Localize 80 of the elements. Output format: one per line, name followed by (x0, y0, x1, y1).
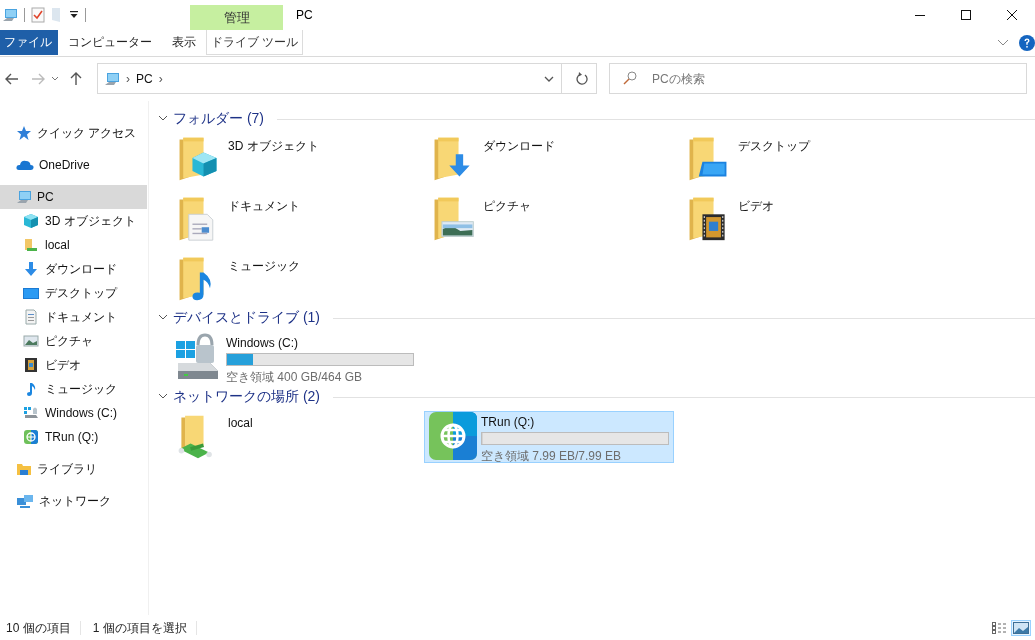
maximize-icon (961, 10, 971, 20)
breadcrumb-separator[interactable]: › (158, 71, 163, 86)
nav-item[interactable]: クイック アクセス (0, 121, 147, 145)
customize-dropdown[interactable] (69, 10, 79, 20)
cube-icon (23, 213, 39, 229)
computer-icon (2, 7, 18, 23)
nav-item[interactable]: PC (0, 185, 147, 209)
ribbon-tab[interactable]: ドライブ ツール (206, 30, 304, 55)
nav-item[interactable]: ネットワーク (0, 489, 147, 513)
large-icons-view-icon (1013, 621, 1029, 634)
nav-item[interactable]: ダウンロード (0, 257, 147, 281)
folder-tile[interactable]: ピクチャ (424, 193, 674, 245)
folder-tile[interactable]: ダウンロード (424, 133, 674, 185)
clipboard-check-icon (31, 7, 45, 23)
chevron-down-icon (997, 38, 1009, 47)
drive-tile[interactable]: TRun (Q:) 空き領域 7.99 EB/7.99 EB (424, 411, 674, 463)
nav-item[interactable]: ミュージック (0, 377, 147, 401)
nav-item[interactable]: ドキュメント (0, 305, 147, 329)
down-arrow-icon (23, 261, 39, 277)
search-icon (623, 71, 637, 85)
folder-tile[interactable]: ビデオ (679, 193, 929, 245)
drive-icon (23, 405, 39, 421)
caret-icon (69, 10, 79, 20)
refresh-icon (576, 72, 588, 85)
group-header[interactable]: ネットワークの場所 (2) (158, 388, 320, 406)
group-header[interactable]: デバイスとドライブ (1) (158, 309, 320, 327)
nav-item[interactable]: ビデオ (0, 353, 147, 377)
ribbon-tab[interactable]: 表示 (162, 30, 206, 55)
expand-ribbon-button[interactable] (997, 38, 1009, 47)
folder-tile[interactable]: デスクトップ (679, 133, 929, 185)
right-arrow-icon (31, 72, 45, 85)
chevron-down-icon (51, 76, 59, 81)
ribbon-tab[interactable]: ファイル (0, 30, 58, 55)
breadcrumb-separator[interactable]: › (126, 71, 130, 86)
folder-icon (51, 7, 63, 23)
library-icon (16, 461, 32, 477)
globe-icon (429, 412, 477, 460)
nav-item[interactable]: TRun (Q:) (0, 425, 147, 449)
film-icon (23, 357, 39, 373)
document-icon (23, 309, 39, 325)
computer-icon (104, 70, 120, 87)
chevron-icon (158, 314, 168, 322)
group-header[interactable]: フォルダー (7) (158, 110, 264, 128)
nav-item[interactable]: 3D オブジェクト (0, 209, 147, 233)
help-icon[interactable] (1019, 34, 1035, 51)
breadcrumb[interactable]: PC (136, 71, 153, 86)
nav-item[interactable]: ピクチャ (0, 329, 147, 353)
folder-icon (23, 237, 39, 253)
folder-tile[interactable]: ミュージック (169, 253, 419, 305)
nav-item[interactable]: ライブラリ (0, 457, 147, 481)
ribbon-tab[interactable]: コンピューター (58, 30, 162, 55)
context-tab-label: 管理 (190, 5, 283, 30)
view-toggle[interactable] (990, 619, 1008, 636)
picture-icon (23, 333, 39, 349)
up-arrow-icon (70, 71, 82, 86)
nav-item[interactable]: Windows (C:) (0, 401, 147, 425)
left-arrow-icon (5, 72, 19, 85)
drive-tile[interactable]: Windows (C:) 空き領域 400 GB/464 GB (169, 332, 419, 384)
selection-count: 1 個の項目を選択 (92, 620, 197, 635)
nav-item[interactable]: OneDrive (0, 153, 147, 177)
nav-item[interactable]: local (0, 233, 147, 257)
nav-item[interactable]: デスクトップ (0, 281, 147, 305)
globe-icon (23, 429, 39, 445)
chevron-down-icon (543, 75, 554, 82)
folder-tile[interactable]: 3D オブジェクト (169, 133, 419, 185)
computer-icon (16, 189, 32, 205)
view-toggle[interactable] (1011, 619, 1031, 636)
window-title: PC (295, 7, 314, 24)
desktop-icon (23, 285, 39, 301)
chevron-icon (158, 393, 168, 401)
folder-tile[interactable]: ドキュメント (169, 193, 419, 245)
details-view-icon (992, 621, 1006, 634)
item-count: 10 個の項目 (6, 620, 81, 635)
search-field[interactable]: PCの検索 (609, 63, 1027, 94)
close-icon (1007, 10, 1017, 20)
folder-tile[interactable]: local (169, 411, 419, 463)
address-bar[interactable]: › PC › (97, 63, 597, 94)
network-icon (16, 493, 34, 509)
chevron-icon (158, 115, 168, 123)
star-icon (16, 125, 32, 141)
